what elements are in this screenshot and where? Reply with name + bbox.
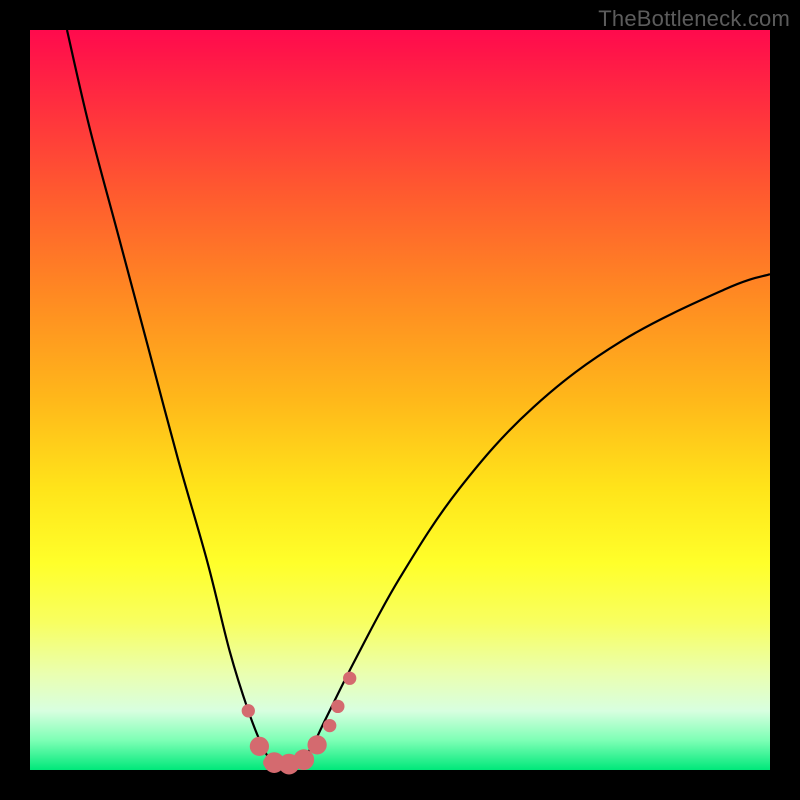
data-marker — [323, 719, 336, 732]
curve-svg — [30, 30, 770, 770]
data-marker — [343, 672, 356, 685]
watermark-text: TheBottleneck.com — [598, 6, 790, 32]
marker-group — [242, 672, 357, 775]
data-marker — [293, 749, 314, 770]
data-marker — [308, 735, 327, 754]
plot-area — [30, 30, 770, 770]
chart-frame: TheBottleneck.com — [0, 0, 800, 800]
data-marker — [242, 704, 255, 717]
bottleneck-curve — [67, 30, 770, 767]
data-marker — [331, 700, 344, 713]
data-marker — [250, 737, 269, 756]
